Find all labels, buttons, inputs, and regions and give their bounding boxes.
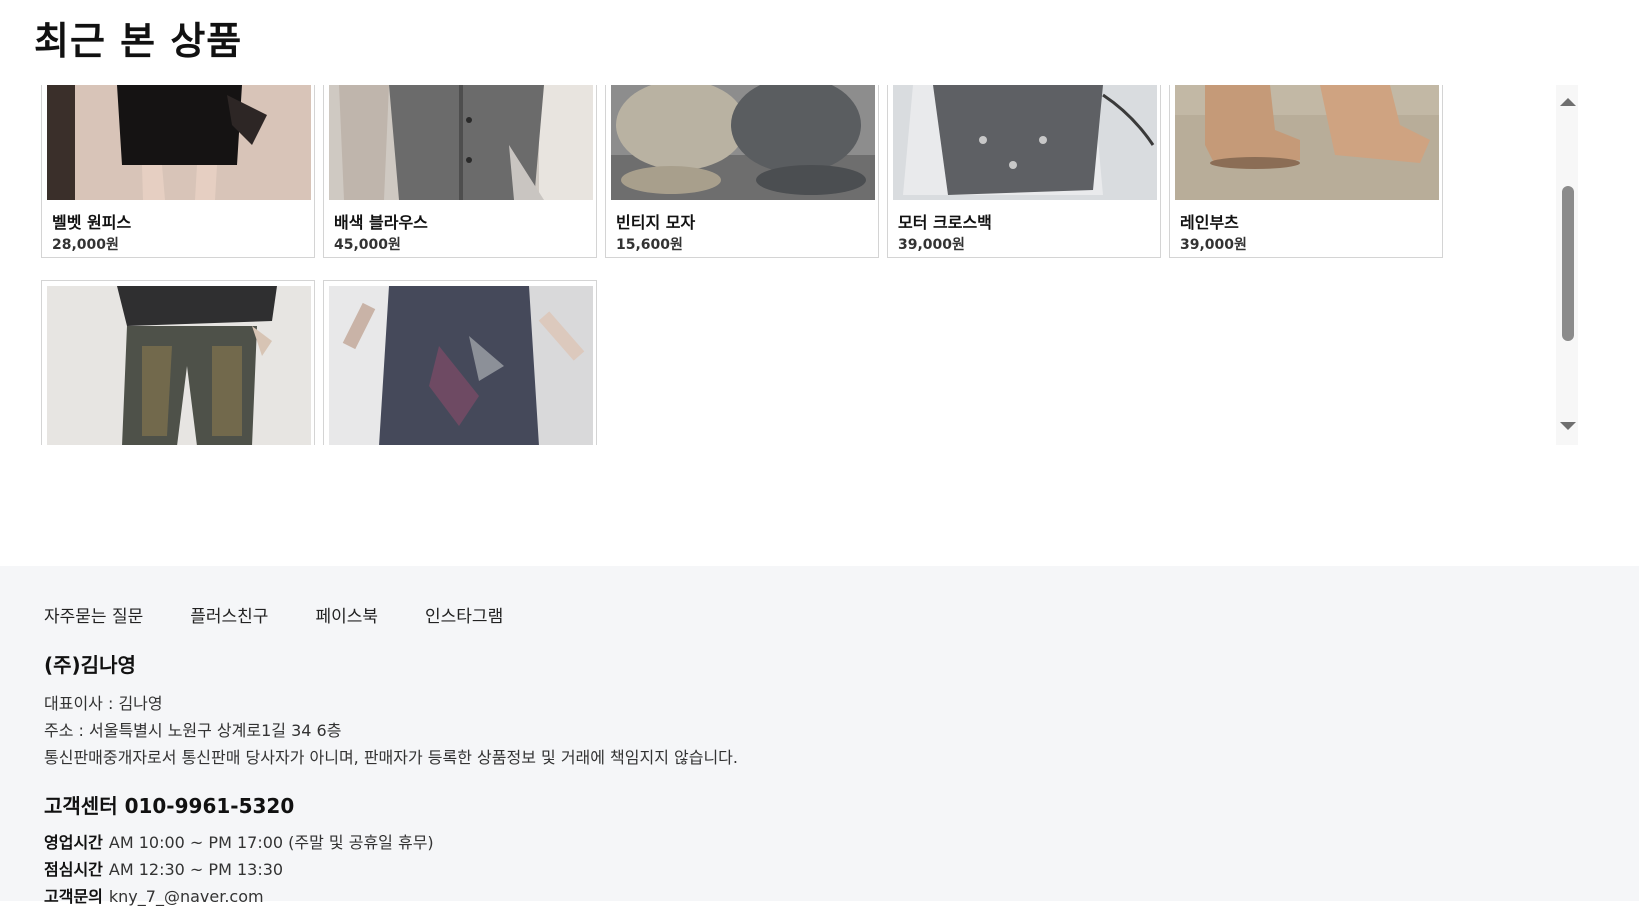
footer-link-facebook[interactable]: 페이스북 — [315, 602, 378, 627]
scroll-up-arrow-icon[interactable] — [1560, 98, 1576, 106]
footer-link-instagram[interactable]: 인스타그램 — [425, 602, 503, 627]
page-title: 최근 본 상품 — [34, 19, 243, 63]
customer-center-info: 영업시간 AM 10:00 ~ PM 17:00 (주말 및 공휴일 휴무) 점심… — [44, 829, 434, 910]
business-hours-row: 영업시간 AM 10:00 ~ PM 17:00 (주말 및 공휴일 휴무) — [44, 829, 434, 856]
footer-link-plusfriend[interactable]: 플러스친구 — [190, 602, 268, 627]
product-name[interactable]: 모터 크로스백 — [898, 209, 992, 233]
product-card-color-blouse[interactable]: 배색 블라우스 45,000원 — [323, 85, 597, 258]
product-card-denim-pants[interactable] — [41, 280, 315, 445]
product-image-denim-pants[interactable] — [47, 286, 311, 445]
vertical-scrollbar[interactable] — [1556, 85, 1578, 445]
product-name[interactable]: 빈티지 모자 — [616, 209, 695, 233]
product-name[interactable]: 레인부츠 — [1180, 209, 1239, 233]
lunch-hours-value: AM 12:30 ~ PM 13:30 — [108, 860, 284, 879]
lunch-hours-label: 점심시간 — [44, 860, 103, 879]
scroll-down-arrow-icon[interactable] — [1560, 422, 1576, 430]
product-price: 39,000원 — [1180, 237, 1247, 253]
product-name[interactable]: 벨벳 원피스 — [52, 209, 131, 233]
product-card-motor-crossbag[interactable]: 모터 크로스백 39,000원 — [887, 85, 1161, 258]
product-image-printed-dress[interactable] — [329, 286, 593, 445]
inquiry-row: 고객문의 kny_7_@naver.com — [44, 883, 434, 910]
product-price: 15,600원 — [616, 237, 683, 253]
scrollbar-thumb[interactable] — [1562, 186, 1574, 341]
disclaimer-text: 통신판매중개자로서 통신판매 당사자가 아니며, 판매자가 등록한 상품정보 및… — [44, 748, 738, 767]
address-text: 주소 : 서울특별시 노원구 상계로1길 34 6층 — [44, 721, 342, 740]
business-hours-label: 영업시간 — [44, 833, 103, 852]
product-card-printed-dress[interactable] — [323, 280, 597, 445]
product-name[interactable]: 배색 블라우스 — [334, 209, 428, 233]
business-hours-value: AM 10:00 ~ PM 17:00 (주말 및 공휴일 휴무) — [108, 833, 434, 852]
product-card-vintage-cap[interactable]: 빈티지 모자 15,600원 — [605, 85, 879, 258]
company-name: (주)김나영 — [44, 653, 136, 677]
product-price: 39,000원 — [898, 237, 965, 253]
product-price: 45,000원 — [334, 237, 401, 253]
inquiry-label: 고객문의 — [44, 887, 103, 906]
customer-center-title: 고객센터 010-9961-5320 — [44, 794, 295, 818]
product-image-vintage-cap[interactable] — [611, 85, 875, 200]
recent-products-list[interactable]: 벨벳 원피스 28,000원 배색 블라우스 45,000원 빈티지 모자 15… — [41, 85, 1580, 445]
product-image-velvet-dress[interactable] — [47, 85, 311, 200]
ceo-text: 대표이사 : 김나영 — [44, 694, 163, 713]
footer-link-faq[interactable]: 자주묻는 질문 — [44, 602, 143, 627]
footer: 자주묻는 질문 플러스친구 페이스북 인스타그램 (주)김나영 대표이사 : 김… — [0, 566, 1639, 906]
product-image-rain-boots[interactable] — [1175, 85, 1439, 200]
product-card-velvet-dress[interactable]: 벨벳 원피스 28,000원 — [41, 85, 315, 258]
product-price: 28,000원 — [52, 237, 119, 253]
product-image-motor-crossbag[interactable] — [893, 85, 1157, 200]
company-info: 대표이사 : 김나영 주소 : 서울특별시 노원구 상계로1길 34 6층 통신… — [44, 690, 738, 771]
product-image-color-blouse[interactable] — [329, 85, 593, 200]
inquiry-email[interactable]: kny_7_@naver.com — [109, 887, 264, 906]
footer-links: 자주묻는 질문 플러스친구 페이스북 인스타그램 — [44, 602, 550, 627]
lunch-hours-row: 점심시간 AM 12:30 ~ PM 13:30 — [44, 856, 434, 883]
product-card-rain-boots[interactable]: 레인부츠 39,000원 — [1169, 85, 1443, 258]
